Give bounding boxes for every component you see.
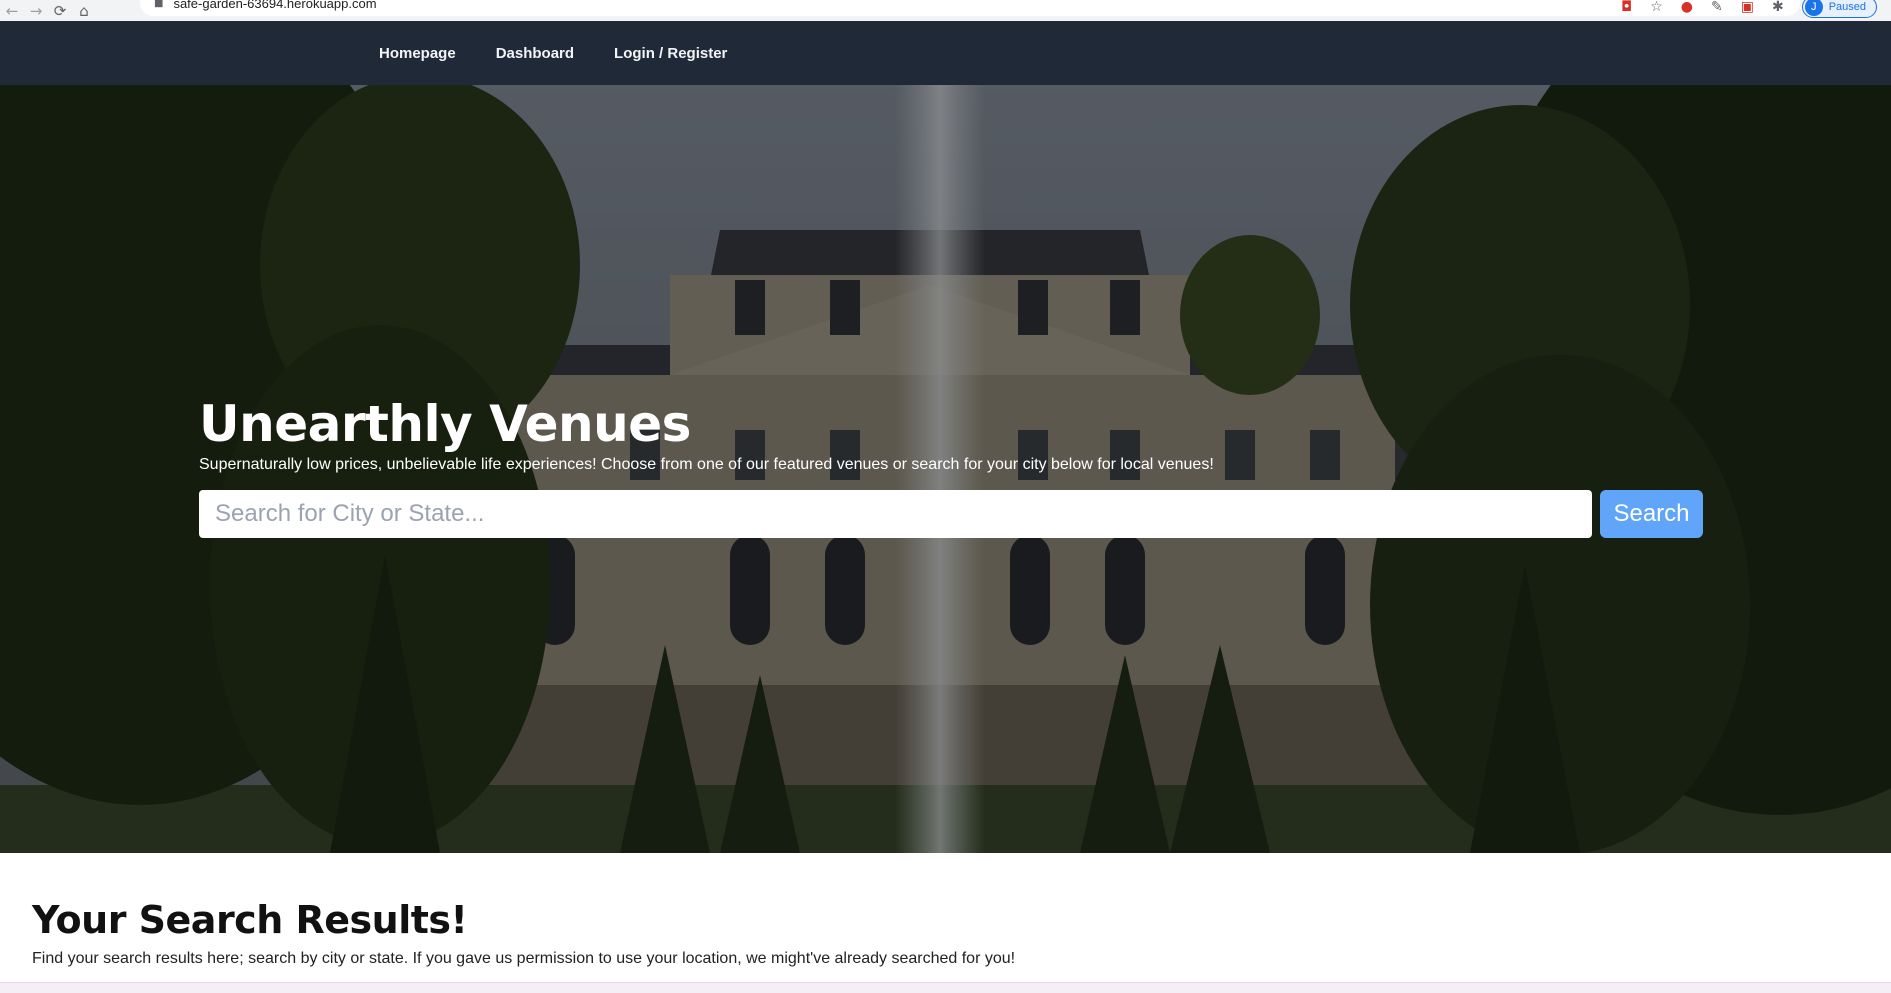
hero-content: Unearthly Venues Supernaturally low pric…	[199, 397, 1704, 538]
extensions-area: ◘ ☆ ● ✎ ▣ ✱ J Paused	[1621, 0, 1877, 18]
nav-link-login-register[interactable]: Login / Register	[614, 45, 727, 62]
site-navbar: Homepage Dashboard Login / Register	[0, 21, 1891, 85]
extension-icon[interactable]: ●	[1681, 0, 1693, 15]
extension-icon[interactable]: ▣	[1741, 0, 1754, 15]
hero-title: Unearthly Venues	[199, 395, 691, 453]
home-icon[interactable]: ⌂	[72, 0, 96, 21]
browser-toolbar: ← → ⟳ ⌂ ■ safe-garden-63694.herokuapp.co…	[0, 0, 1891, 21]
hero-subtitle: Supernaturally low prices, unbelievable …	[199, 456, 1214, 473]
search-form: Search	[199, 490, 1704, 538]
search-button[interactable]: Search	[1600, 490, 1703, 538]
avatar: J	[1804, 0, 1823, 16]
profile-status: Paused	[1828, 1, 1866, 13]
search-input[interactable]	[199, 490, 1592, 538]
search-results-section: Your Search Results! Find your search re…	[32, 898, 1859, 968]
back-icon[interactable]: ←	[0, 0, 24, 21]
results-container-edge	[0, 982, 1891, 993]
nav-link-homepage[interactable]: Homepage	[379, 45, 456, 62]
profile-button[interactable]: J Paused	[1801, 0, 1877, 18]
url-text[interactable]: safe-garden-63694.herokuapp.com	[173, 0, 376, 11]
lock-icon[interactable]: ■	[154, 0, 163, 9]
puzzle-icon[interactable]: ✱	[1772, 0, 1784, 15]
forward-icon[interactable]: →	[24, 0, 48, 21]
hero-section: Unearthly Venues Supernaturally low pric…	[0, 85, 1891, 853]
results-description: Find your search results here; search by…	[32, 950, 1016, 967]
nav-link-dashboard[interactable]: Dashboard	[496, 45, 574, 62]
results-title: Your Search Results!	[32, 898, 468, 942]
bookmark-star-icon[interactable]: ☆	[1650, 0, 1663, 15]
reload-icon[interactable]: ⟳	[48, 0, 72, 21]
extension-icon[interactable]: ✎	[1711, 0, 1723, 15]
extension-icon[interactable]: ◘	[1621, 0, 1632, 15]
address-bar[interactable]: ■ safe-garden-63694.herokuapp.com	[140, 0, 1800, 16]
